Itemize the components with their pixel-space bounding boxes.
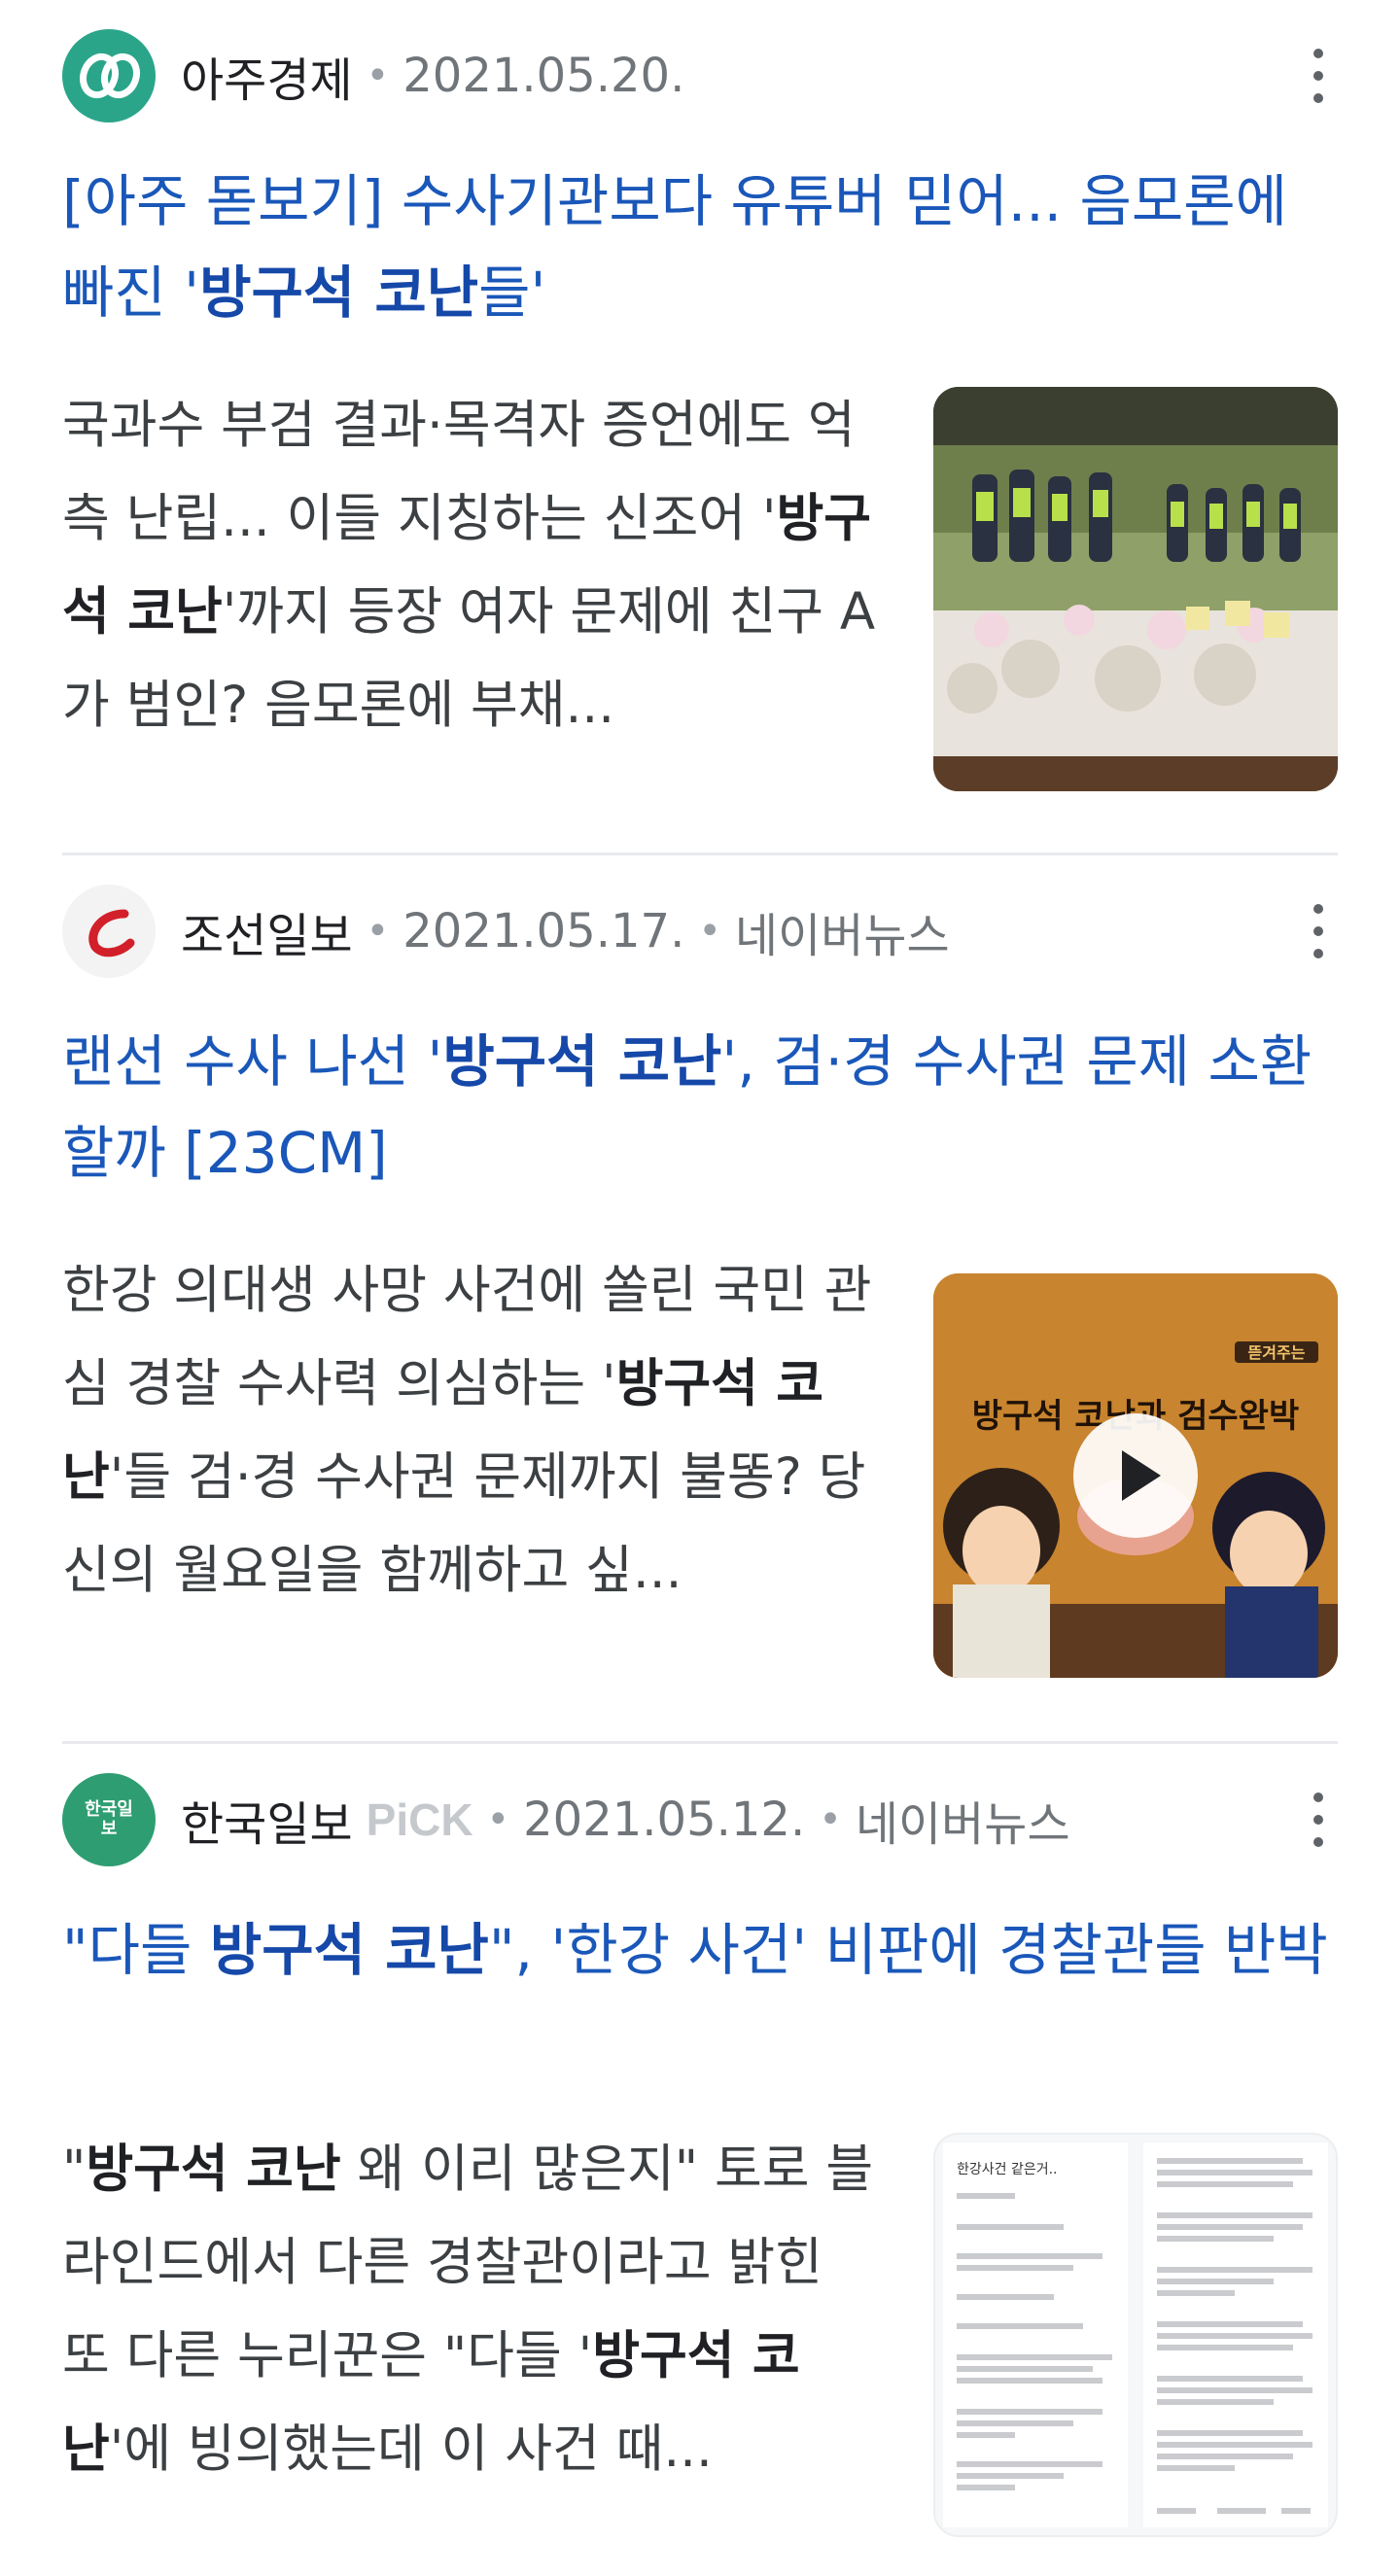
- hankook-logo-icon: 한국일보: [62, 1773, 156, 1866]
- pick-badge: PiCK: [366, 1794, 473, 1845]
- ajou-logo-icon: [62, 29, 156, 122]
- play-icon[interactable]: [1073, 1413, 1198, 1538]
- article-snippet: 한강 의대생 사망 사건에 쏠린 국민 관심 경찰 수사력 의심하는 '방구석 …: [62, 1261, 872, 1600]
- separator-dot: •: [366, 909, 390, 954]
- article-snippet: "방구석 코난 왜 이리 많은지" 토로 블라인드에서 다른 경찰관이라고 밝힌…: [62, 2140, 874, 2479]
- article-title[interactable]: "다들 방구석 코난", '한강 사건' 비판에 경찰관들 반박: [62, 1904, 1338, 1996]
- article-date: 2021.05.17.: [402, 904, 685, 958]
- separator-dot: •: [366, 53, 390, 98]
- article-title[interactable]: [아주 돋보기] 수사기관보다 유튜버 믿어... 음모론에 빠진 '방구석 코…: [62, 156, 1338, 338]
- article-thumbnail[interactable]: [933, 387, 1338, 791]
- more-options-icon[interactable]: [1299, 904, 1338, 958]
- thumb-heading: 한강사건 같은거..: [957, 2162, 1058, 2177]
- article-date: 2021.05.12.: [523, 1793, 806, 1847]
- news-card[interactable]: 조선일보 • 2021.05.17. • 네이버뉴스 랜선 수사 나선 '방구석…: [0, 855, 1400, 1744]
- naver-news-link[interactable]: 네이버뉴스: [735, 897, 950, 965]
- source-name[interactable]: 아주경제: [181, 42, 353, 110]
- news-card[interactable]: 아주경제 • 2021.05.20. [아주 돋보기] 수사기관보다 유튜버 믿…: [0, 0, 1400, 855]
- source-row: 아주경제 • 2021.05.20.: [62, 27, 1338, 124]
- separator-dot: •: [819, 1797, 842, 1842]
- article-snippet: 국과수 부검 결과·목격자 증언에도 억측 난립... 이들 지칭하는 신조어 …: [62, 396, 876, 735]
- separator-dot: •: [486, 1797, 510, 1842]
- article-title[interactable]: 랜선 수사 나선 '방구석 코난', 검·경 수사권 문제 소환할까 [23CM…: [62, 1016, 1338, 1199]
- article-thumbnail[interactable]: 한강사건 같은거..: [933, 2133, 1338, 2537]
- more-options-icon[interactable]: [1299, 49, 1338, 103]
- more-options-icon[interactable]: [1299, 1793, 1338, 1847]
- naver-news-link[interactable]: 네이버뉴스: [856, 1786, 1070, 1854]
- chosun-logo-icon: [62, 885, 156, 978]
- source-row: 한국일보 한국일보 PiCK • 2021.05.12. • 네이버뉴스: [62, 1771, 1338, 1868]
- source-row: 조선일보 • 2021.05.17. • 네이버뉴스: [62, 883, 1338, 980]
- source-name[interactable]: 한국일보: [181, 1786, 353, 1854]
- thumb-badge: 뜯겨주는: [1248, 1343, 1306, 1362]
- news-card[interactable]: 한국일보 한국일보 PiCK • 2021.05.12. • 네이버뉴스 "다들…: [0, 1744, 1400, 2576]
- source-name[interactable]: 조선일보: [181, 897, 353, 965]
- article-date: 2021.05.20.: [402, 49, 685, 103]
- video-thumbnail[interactable]: 뜯겨주는 방구석 코난과 검수완박: [933, 1273, 1338, 1678]
- separator-dot: •: [698, 909, 721, 954]
